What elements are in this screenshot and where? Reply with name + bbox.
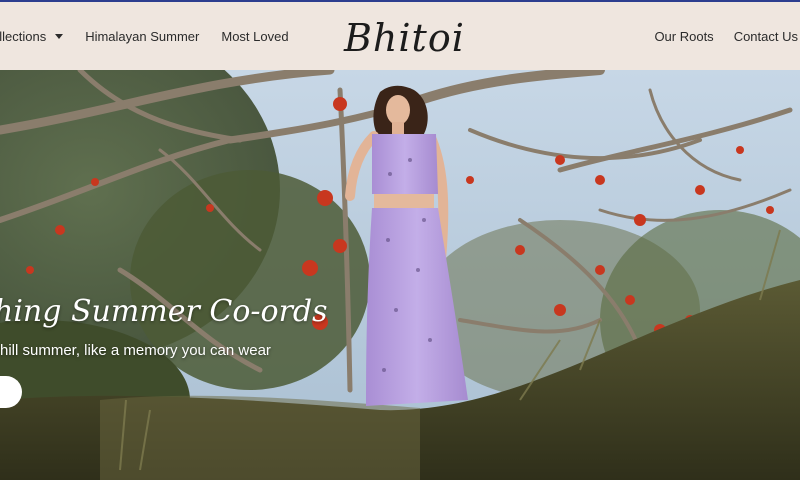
page: ollections Himalayan Summer Most Loved B…: [0, 0, 800, 480]
nav-collections-label: ollections: [0, 28, 47, 44]
primary-nav: ollections Himalayan Summer Most Loved: [0, 2, 289, 70]
secondary-nav: Our Roots Contact Us: [654, 2, 798, 70]
chevron-down-icon[interactable]: [55, 33, 64, 39]
hero-subtitle: hill summer, like a memory you can wear: [0, 342, 271, 359]
hero-title: hing Summer Co-ords: [0, 294, 328, 329]
brand-logo-text: Bhitoi: [344, 16, 465, 60]
nav-himalayan-summer[interactable]: Himalayan Summer: [85, 29, 199, 44]
nav-collections[interactable]: ollections: [0, 28, 64, 44]
nav-our-roots[interactable]: Our Roots: [654, 29, 713, 44]
hero-image: [0, 70, 800, 480]
nav-most-loved[interactable]: Most Loved: [221, 29, 288, 44]
site-header: ollections Himalayan Summer Most Loved B…: [0, 2, 800, 71]
nav-contact-us[interactable]: Contact Us: [734, 29, 798, 44]
hero-banner: hing Summer Co-ords hill summer, like a …: [0, 70, 800, 480]
brand-logo[interactable]: Bhitoi: [344, 10, 472, 64]
